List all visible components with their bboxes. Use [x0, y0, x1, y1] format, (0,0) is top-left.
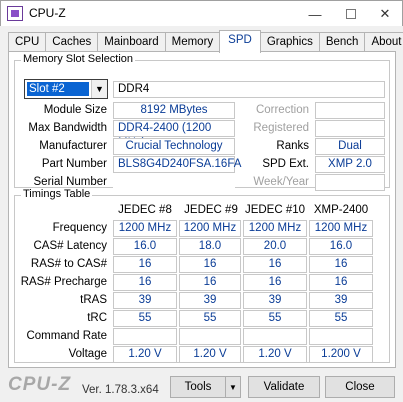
- max-bandwidth-field: DDR4-2400 (1200 MHz): [113, 120, 235, 149]
- voltage-label: Voltage: [68, 348, 107, 360]
- timing-cell: 55: [179, 310, 241, 327]
- registered-field: [315, 120, 385, 137]
- title-bar: CPU-Z — ✕: [0, 0, 403, 26]
- manufacturer-label: Manufacturer: [39, 140, 107, 152]
- timing-cell: 1.20 V: [113, 346, 177, 363]
- memory-type-field: DDR4: [113, 81, 385, 98]
- tab-bar: CPU Caches Mainboard Memory SPD Graphics…: [8, 30, 403, 53]
- week-year-field: [315, 174, 385, 191]
- timing-cell: 1200 MHz: [179, 220, 241, 237]
- ranks-label: Ranks: [276, 140, 309, 152]
- trc-label: tRC: [87, 312, 107, 324]
- slot-select-value: Slot #2: [27, 82, 89, 96]
- part-number-label: Part Number: [41, 158, 107, 170]
- tab-about[interactable]: About: [364, 32, 403, 52]
- timing-cell: 16: [113, 274, 177, 291]
- serial-number-label: Serial Number: [33, 176, 108, 188]
- tab-cpu[interactable]: CPU: [8, 32, 47, 52]
- manufacturer-field: Crucial Technology: [113, 138, 235, 155]
- maximize-button[interactable]: [333, 1, 369, 27]
- timing-column-header: JEDEC #10: [244, 204, 306, 216]
- timing-cell: 16: [243, 274, 307, 291]
- module-size-field: 8192 MBytes: [113, 102, 235, 119]
- timing-column-header: JEDEC #9: [184, 204, 238, 216]
- tab-memory[interactable]: Memory: [164, 32, 221, 52]
- timings-group-title: Timings Table: [21, 188, 93, 200]
- command-rate-label: Command Rate: [26, 330, 107, 342]
- timing-cell: 1.200 V: [309, 346, 373, 363]
- timing-cell: 39: [243, 292, 307, 309]
- timing-cell: [243, 328, 307, 345]
- version-label: Ver. 1.78.3.x64: [82, 384, 159, 396]
- timing-cell: [179, 328, 241, 345]
- timing-cell: 16.0: [113, 238, 177, 255]
- close-icon: ✕: [379, 6, 391, 21]
- correction-field: [315, 102, 385, 119]
- timing-cell: 16: [113, 256, 177, 273]
- timing-cell: 39: [309, 292, 373, 309]
- correction-label: Correction: [255, 104, 309, 116]
- tab-bench[interactable]: Bench: [318, 32, 366, 52]
- cpuz-logo: CPU-Z: [8, 374, 72, 395]
- timing-cell: 1200 MHz: [243, 220, 307, 237]
- maximize-icon: [346, 9, 356, 19]
- ras-precharge-label: RAS# Precharge: [20, 276, 107, 288]
- timing-cell: [309, 328, 373, 345]
- minimize-icon: —: [308, 6, 322, 22]
- close-window-button[interactable]: ✕: [367, 1, 403, 27]
- timing-cell: 16: [179, 256, 241, 273]
- max-bandwidth-label: Max Bandwidth: [28, 122, 107, 134]
- close-button[interactable]: Close: [325, 376, 395, 398]
- timing-cell: 18.0: [179, 238, 241, 255]
- timing-cell: 55: [113, 310, 177, 327]
- tab-caches[interactable]: Caches: [45, 32, 99, 52]
- spd-ext-field: XMP 2.0: [315, 156, 385, 173]
- timing-cell: 16: [309, 256, 373, 273]
- chevron-down-icon: ▼: [91, 80, 107, 98]
- timing-cell: 16: [309, 274, 373, 291]
- timings-group: Timings Table JEDEC #8 JEDEC #9 JEDEC #1…: [14, 188, 390, 363]
- timing-cell: 39: [179, 292, 241, 309]
- spd-panel: Memory Slot Selection Slot #2 ▼ DDR4 Mod…: [8, 51, 396, 368]
- module-size-label: Module Size: [43, 104, 107, 116]
- timing-cell: 39: [113, 292, 177, 309]
- frequency-label: Frequency: [52, 222, 107, 234]
- timing-column-header: XMP-2400: [313, 204, 369, 216]
- timing-column-header: JEDEC #8: [118, 204, 172, 216]
- timing-cell: 55: [309, 310, 373, 327]
- registered-label: Registered: [253, 122, 309, 134]
- tras-label: tRAS: [80, 294, 107, 306]
- serial-number-field: [113, 174, 235, 191]
- cpuz-app-icon: [7, 6, 23, 21]
- tools-button[interactable]: Tools: [170, 376, 226, 398]
- tab-spd[interactable]: SPD: [219, 30, 261, 53]
- tab-mainboard[interactable]: Mainboard: [97, 32, 166, 52]
- cas-latency-label: CAS# Latency: [33, 240, 107, 252]
- chevron-down-icon: ▼: [229, 382, 237, 392]
- minimize-button[interactable]: —: [297, 1, 333, 27]
- timing-cell: 55: [243, 310, 307, 327]
- ras-to-cas-label: RAS# to CAS#: [30, 258, 107, 270]
- window-title: CPU-Z: [29, 6, 66, 20]
- timing-cell: 16: [179, 274, 241, 291]
- part-number-field: BLS8G4D240FSA.16FA: [113, 156, 241, 173]
- timing-cell: 1.20 V: [179, 346, 241, 363]
- validate-button[interactable]: Validate: [248, 376, 320, 398]
- timing-cell: 1200 MHz: [113, 220, 177, 237]
- timing-cell: 16: [243, 256, 307, 273]
- tab-graphics[interactable]: Graphics: [259, 32, 320, 52]
- timing-cell: 20.0: [243, 238, 307, 255]
- tools-dropdown-button[interactable]: ▼: [225, 376, 241, 398]
- memory-slot-group: Memory Slot Selection Slot #2 ▼ DDR4 Mod…: [14, 53, 390, 191]
- memory-slot-group-title: Memory Slot Selection: [21, 53, 136, 65]
- timing-cell: 1.20 V: [243, 346, 307, 363]
- spd-ext-label: SPD Ext.: [262, 158, 309, 170]
- timing-cell: [113, 328, 177, 345]
- slot-select[interactable]: Slot #2 ▼: [24, 79, 108, 99]
- ranks-field: Dual: [315, 138, 385, 155]
- week-year-label: Week/Year: [253, 176, 309, 188]
- timing-cell: 1200 MHz: [309, 220, 373, 237]
- timing-cell: 16.0: [309, 238, 373, 255]
